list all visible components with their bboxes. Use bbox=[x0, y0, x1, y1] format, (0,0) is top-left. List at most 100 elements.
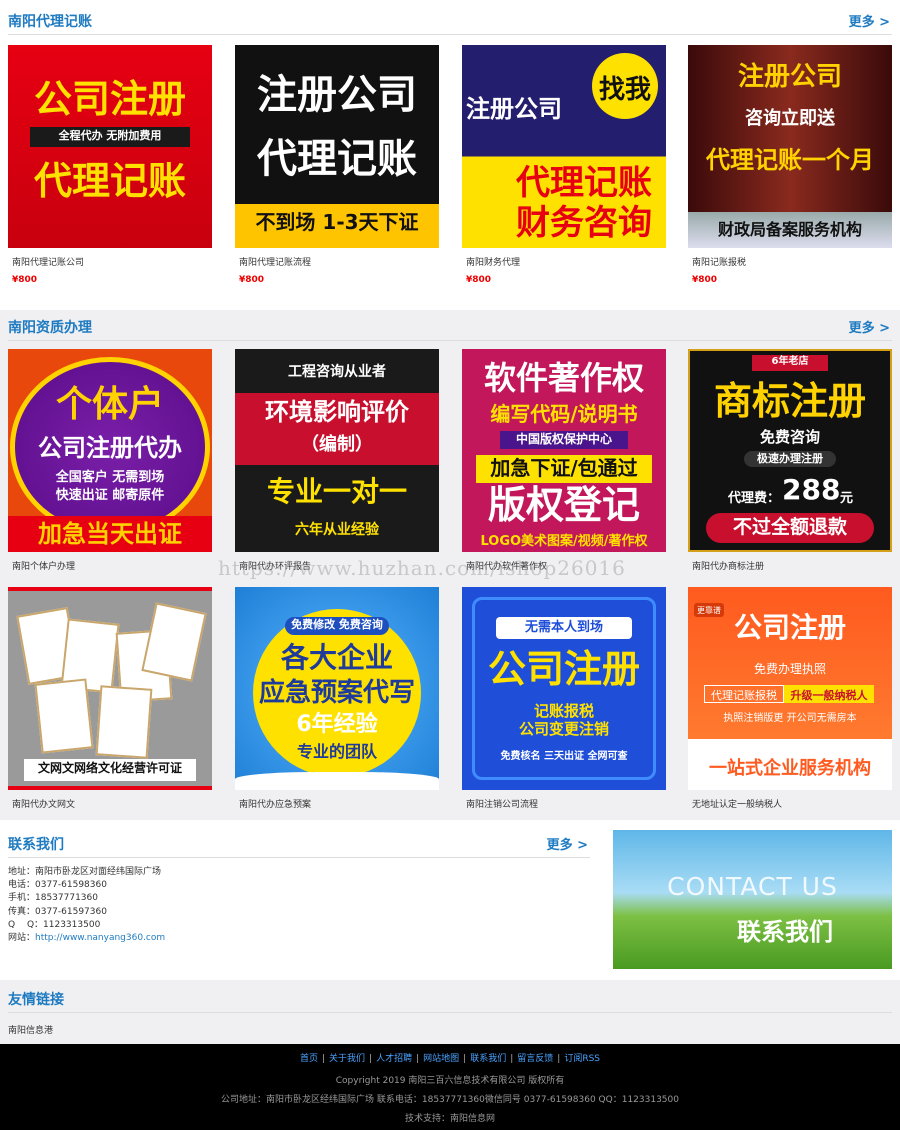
product-card[interactable]: 软件著作权 编写代码/说明书 中国版权保护中心 加急下证/包通过 版权登记 LO… bbox=[462, 349, 666, 572]
product-card[interactable]: 注册公司 咨询立即送 代理记账一个月 财政局备案服务机构 南阳记账报税 ¥800 bbox=[688, 45, 892, 285]
product-card[interactable]: 无需本人到场 公司注册 记账报税 公司变更注销 免费核名 三天出证 全网可查 南… bbox=[462, 587, 666, 810]
image-text: 免费修改 免费咨询 bbox=[291, 618, 383, 631]
image-text: 升级一般纳税人 bbox=[790, 689, 868, 702]
footer-link-about[interactable]: 关于我们 bbox=[329, 1054, 365, 1064]
image-text: 执照注销版更 开公司无需房本 bbox=[723, 713, 857, 724]
product-card[interactable]: 6年老店 商标注册 免费咨询 极速办理注册 代理费： 288 元 不过全额退款 … bbox=[688, 349, 892, 572]
footer-link-jobs[interactable]: 人才招聘 bbox=[376, 1054, 412, 1064]
product-card[interactable]: 文网文网络文化经营许可证 南阳代办文网文 bbox=[8, 587, 212, 810]
product-image[interactable]: 6年老店 商标注册 免费咨询 极速办理注册 代理费： 288 元 不过全额退款 bbox=[688, 349, 892, 552]
product-image[interactable]: 无需本人到场 公司注册 记账报税 公司变更注销 免费核名 三天出证 全网可查 bbox=[462, 587, 666, 790]
product-image[interactable]: 软件著作权 编写代码/说明书 中国版权保护中心 加急下证/包通过 版权登记 LO… bbox=[462, 349, 666, 552]
watermark: https://www.huzhan.com/ishop26016 bbox=[218, 556, 626, 580]
footer-link-sitemap[interactable]: 网站地图 bbox=[423, 1054, 459, 1064]
product-image[interactable]: 注册公司 代理记账 不到场 1-3天下证 bbox=[235, 45, 439, 248]
product-name[interactable]: 南阳代办应急预案 bbox=[235, 797, 439, 810]
footer-address: 公司地址：南阳市卧龙区经纬国际广场 联系电话：18537771360微信同号 0… bbox=[221, 1095, 679, 1105]
footer-link-contact[interactable]: 联系我们 bbox=[470, 1054, 506, 1064]
image-text: 公司注册代办 bbox=[38, 434, 182, 462]
product-image[interactable]: 更靠谱 公司注册 免费办理执照 代理记账报税 升级一般纳税人 执照注销版更 开公… bbox=[688, 587, 892, 790]
banner-cn-text: 联系我们 bbox=[737, 918, 833, 946]
image-text: 工程咨询从业者 bbox=[288, 364, 386, 380]
product-card[interactable]: 工程咨询从业者 环境影响评价 （编制） 专业一对一 六年从业经验 南阳代办环评报… bbox=[235, 349, 439, 572]
more-link[interactable]: 更多 > bbox=[849, 11, 890, 30]
contact-fax: 传真：0377-61597360 bbox=[8, 906, 107, 917]
image-text: 注册公司 bbox=[737, 62, 842, 92]
image-text: 免费核名 三天出证 全网可查 bbox=[500, 751, 628, 762]
image-text: 代理记账 bbox=[516, 163, 652, 203]
footer-support: 技术支持：南阳信息网 bbox=[404, 1114, 495, 1124]
image-text: 环境影响评价 bbox=[265, 398, 409, 426]
footer-copyright: Copyright 2019 南阳三百六信息技术有限公司 版权所有 bbox=[335, 1076, 565, 1086]
image-text: 商标注册 bbox=[713, 379, 866, 423]
more-link[interactable]: 更多 > bbox=[547, 834, 588, 853]
footer-link-feedback[interactable]: 留言反馈 bbox=[517, 1054, 553, 1064]
image-text: 专业一对一 bbox=[266, 475, 407, 508]
contact-address: 地址：南阳市卧龙区对面经纬国际广场 bbox=[8, 867, 162, 877]
nav-separator: | bbox=[416, 1054, 420, 1064]
product-image[interactable]: 公司注册 全程代办 无附加费用 代理记账 bbox=[8, 45, 212, 248]
image-text: 应急预案代写 bbox=[258, 678, 415, 708]
section-agency-accounting: 南阳代理记账 更多 > 公司注册 全程代办 无附加费用 代理记账 南阳代理记账公… bbox=[0, 0, 900, 310]
site-link[interactable]: http://www.nanyang360.com bbox=[35, 933, 165, 943]
image-text: 注册公司 bbox=[257, 72, 417, 118]
section-contact: 联系我们 更多 > 地址：南阳市卧龙区对面经纬国际广场 电话：0377-6159… bbox=[0, 820, 900, 980]
contact-phone: 电话：0377-61598360 bbox=[8, 880, 107, 891]
image-text: 个体户 bbox=[55, 384, 164, 425]
product-price: ¥800 bbox=[466, 275, 492, 285]
product-price: ¥800 bbox=[12, 275, 38, 285]
product-name[interactable]: 南阳代理记账公司 bbox=[8, 255, 212, 268]
image-text: 注册公司 bbox=[466, 95, 562, 123]
product-card[interactable]: 找我 注册公司 代理记账 财务咨询 南阳财务代理 ¥800 bbox=[462, 45, 666, 285]
section-header: 南阳代理记账 更多 > bbox=[8, 9, 892, 35]
image-text: 公司注册 bbox=[33, 77, 186, 121]
image-text: 记账报税 bbox=[533, 702, 594, 720]
product-image[interactable]: 文网文网络文化经营许可证 bbox=[8, 587, 212, 790]
image-text: 288 bbox=[782, 473, 841, 506]
product-image[interactable]: 工程咨询从业者 环境影响评价 （编制） 专业一对一 六年从业经验 bbox=[235, 349, 439, 552]
product-image[interactable]: 注册公司 咨询立即送 代理记账一个月 财政局备案服务机构 bbox=[688, 45, 892, 248]
contact-site: 网站：http://www.nanyang360.com bbox=[8, 932, 165, 945]
product-card[interactable]: 个体户 公司注册代办 全国客户 无需到场 快速出证 邮寄原件 加急当天出证 南阳… bbox=[8, 349, 212, 572]
image-text: 全程代办 无附加费用 bbox=[58, 129, 162, 142]
product-name[interactable]: 南阳财务代理 bbox=[462, 255, 666, 268]
nav-separator: | bbox=[463, 1054, 467, 1064]
image-text: 不过全额退款 bbox=[732, 516, 847, 538]
product-image[interactable]: 个体户 公司注册代办 全国客户 无需到场 快速出证 邮寄原件 加急当天出证 bbox=[8, 349, 212, 552]
product-name[interactable]: 南阳个体户办理 bbox=[8, 559, 212, 572]
product-name[interactable]: 南阳记账报税 bbox=[688, 255, 892, 268]
product-name[interactable]: 南阳代理记账流程 bbox=[235, 255, 439, 268]
product-card[interactable]: 注册公司 代理记账 不到场 1-3天下证 南阳代理记账流程 ¥800 bbox=[235, 45, 439, 285]
section-title: 联系我们 bbox=[8, 837, 64, 853]
footer-link-home[interactable]: 首页 bbox=[300, 1054, 318, 1064]
more-link[interactable]: 更多 > bbox=[849, 317, 890, 336]
product-name[interactable]: 无地址认定一般纳税人 bbox=[688, 797, 892, 810]
product-name[interactable]: 南阳注销公司流程 bbox=[462, 797, 666, 810]
image-text: 快速出证 邮寄原件 bbox=[55, 488, 165, 503]
section-friend-links: 友情链接 南阳信息港 bbox=[0, 980, 900, 1044]
product-price: ¥800 bbox=[239, 275, 265, 285]
image-text: 加急下证/包通过 bbox=[490, 456, 638, 480]
image-text: 加急当天出证 bbox=[38, 520, 182, 548]
section-title: 南阳资质办理 bbox=[8, 320, 92, 336]
product-image[interactable]: 找我 注册公司 代理记账 财务咨询 bbox=[462, 45, 666, 248]
image-text: 代理费： bbox=[728, 491, 781, 506]
friend-link[interactable]: 南阳信息港 bbox=[8, 1023, 53, 1036]
image-text: 代理记账 bbox=[33, 159, 186, 203]
image-text: 专业的团队 bbox=[296, 742, 377, 761]
product-card[interactable]: 公司注册 全程代办 无附加费用 代理记账 南阳代理记账公司 ¥800 bbox=[8, 45, 212, 285]
product-image[interactable]: 免费修改 免费咨询 各大企业 应急预案代写 6年经验 专业的团队 bbox=[235, 587, 439, 790]
footer-link-rss[interactable]: 订阅RSS bbox=[564, 1054, 600, 1064]
product-name[interactable]: 南阳代办商标注册 bbox=[688, 559, 892, 572]
section-title: 南阳代理记账 bbox=[8, 14, 92, 30]
image-text: 6年经验 bbox=[296, 712, 378, 737]
image-text: 六年从业经验 bbox=[295, 522, 379, 538]
image-text: 版权登记 bbox=[487, 483, 640, 527]
image-text: 不到场 1-3天下证 bbox=[255, 210, 419, 234]
section-header: 联系我们 更多 > bbox=[8, 832, 590, 858]
product-card[interactable]: 更靠谱 公司注册 免费办理执照 代理记账报税 升级一般纳税人 执照注销版更 开公… bbox=[688, 587, 892, 810]
product-card[interactable]: 免费修改 免费咨询 各大企业 应急预案代写 6年经验 专业的团队 南阳代办应急预… bbox=[235, 587, 439, 810]
product-name[interactable]: 南阳代办文网文 bbox=[8, 797, 212, 810]
contact-mobile: 手机：18537771360 bbox=[8, 893, 98, 904]
image-text: 公司变更注销 bbox=[518, 720, 609, 738]
